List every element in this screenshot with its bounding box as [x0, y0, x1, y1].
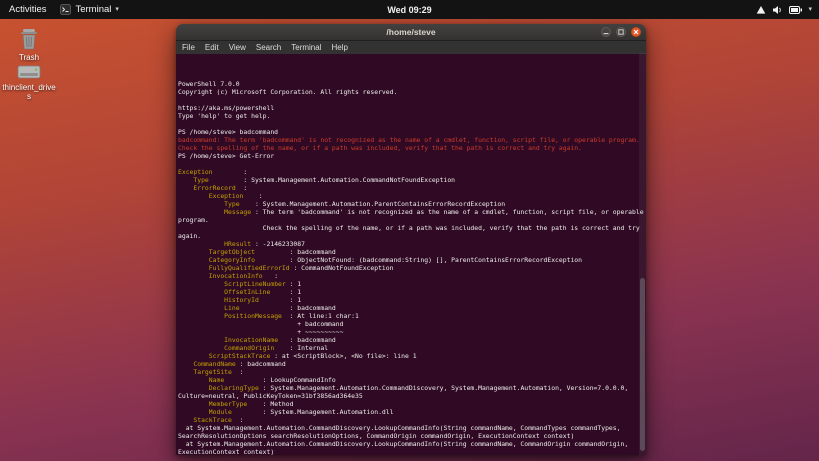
terminal-line: Exception : — [178, 168, 248, 176]
activities-button[interactable]: Activities — [9, 4, 46, 15]
terminal-line: ErrorRecord : — [193, 184, 248, 192]
desktop-icon-label: Trash — [18, 53, 40, 62]
terminal-line: HistoryId : 1 — [224, 296, 302, 304]
minimize-button[interactable] — [601, 27, 611, 37]
terminal-line: CommandOrigin : Internal — [224, 344, 329, 352]
terminal-line: Message : The term 'badcommand' is not r… — [178, 208, 644, 224]
terminal-line: + badcommand — [178, 320, 344, 328]
terminal-line: InvocationInfo : — [208, 272, 279, 280]
terminal-line: TargetObject : badcommand — [208, 248, 336, 256]
terminal-line: https://aka.ms/powershell — [178, 104, 275, 112]
terminal-line: ScriptStackTrace : at <ScriptBlock>, <No… — [208, 352, 417, 360]
clock[interactable]: Wed 09:29 — [387, 5, 431, 15]
terminal-line: OffsetInLine : 1 — [224, 288, 302, 296]
terminal-line: DeclaringType : System.Management.Automa… — [178, 384, 633, 400]
caret-down-icon: ▾ — [115, 6, 119, 13]
terminal-line: Line : badcommand — [224, 304, 336, 312]
top-bar: Activities Terminal ▾ Wed 09:29 ▾ — [0, 0, 819, 19]
menu-item-view[interactable]: View — [229, 43, 246, 52]
terminal-line: Type : System.Management.Automation.Pare… — [224, 200, 506, 208]
terminal-line: PowerShell 7.0.0 — [178, 80, 240, 88]
terminal-line: CategoryInfo : ObjectNotFound: (badcomma… — [208, 256, 582, 264]
terminal-line: Check the spelling of the name, or if a … — [178, 144, 582, 152]
terminal-line: PS /home/steve> Get-Error — [178, 152, 275, 160]
window-title: /home/steve — [386, 27, 436, 37]
app-menu-label: Terminal — [75, 4, 112, 15]
terminal-window: /home/steve File Edit View Search Terminal He… — [176, 24, 646, 455]
desktop-icon-thinclient-drives[interactable]: thinclient_drives — [2, 63, 56, 101]
terminal-line: Exception : — [208, 192, 263, 200]
desktop-icon-label: thinclient_drives — [2, 83, 56, 102]
power-icon — [789, 5, 803, 14]
menu-item-terminal[interactable]: Terminal — [291, 43, 321, 52]
terminal-line: CommandName : badcommand — [193, 360, 286, 368]
close-button[interactable] — [631, 27, 641, 37]
terminal-line: Copyright (c) Microsoft Corporation. All… — [178, 88, 398, 96]
menu-item-file[interactable]: File — [182, 43, 195, 52]
maximize-button[interactable] — [616, 27, 626, 37]
terminal-line: FullyQualifiedErrorId : CommandNotFoundE… — [208, 264, 394, 272]
terminal-output[interactable]: PowerShell 7.0.0 Copyright (c) Microsoft … — [176, 54, 646, 455]
menu-item-help[interactable]: Help — [331, 43, 347, 52]
system-status-area[interactable]: ▾ — [756, 0, 812, 19]
desktop-screen: Activities Terminal ▾ Wed 09:29 ▾ Trash … — [0, 0, 819, 461]
trash-icon — [2, 27, 56, 51]
volume-icon — [772, 5, 783, 15]
desktop-icon-trash[interactable]: Trash — [2, 27, 56, 62]
caret-down-icon: ▾ — [808, 6, 812, 13]
terminal-line: ScriptLineNumber : 1 — [224, 280, 302, 288]
menu-item-search[interactable]: Search — [256, 43, 281, 52]
terminal-line: InvocationName : badcommand — [224, 336, 336, 344]
terminal-line: MemberType : Method — [208, 400, 294, 408]
menu-item-edit[interactable]: Edit — [205, 43, 219, 52]
terminal-line: PS /home/steve> badcommand — [178, 128, 279, 136]
network-icon — [756, 5, 766, 15]
window-controls — [601, 27, 641, 37]
terminal-line: Name : LookupCommandInfo — [208, 376, 336, 384]
terminal-line: Module : System.Management.Automation.dl… — [208, 408, 394, 416]
terminal-line: TargetSite : — [193, 368, 244, 376]
terminal-line: StackTrace : — [193, 416, 244, 424]
menu-bar: File Edit View Search Terminal Help — [176, 41, 646, 54]
terminal-line: at System.Management.Automation.CommandD… — [178, 440, 633, 455]
scrollbar-handle[interactable] — [640, 278, 645, 451]
terminal-line: PositionMessage : At line:1 char:1 — [224, 312, 359, 320]
terminal-line: Type : System.Management.Automation.Comm… — [193, 176, 456, 184]
terminal-line: Check the spelling of the name, or if a … — [178, 224, 644, 240]
window-titlebar[interactable]: /home/steve — [176, 24, 646, 41]
terminal-line: at System.Management.Automation.CommandD… — [178, 424, 625, 440]
terminal-line: + ~~~~~~~~~~ — [178, 328, 344, 336]
terminal-scrollbar[interactable] — [639, 53, 646, 455]
terminal-line: HResult : -2146233087 — [224, 240, 305, 248]
app-menu-terminal[interactable]: Terminal ▾ — [60, 4, 119, 15]
terminal-line: Type 'help' to get help. — [178, 112, 271, 120]
terminal-line: badcommand: The term 'badcommand' is not… — [178, 136, 640, 144]
terminal-app-icon — [60, 4, 72, 15]
drive-icon — [2, 63, 56, 81]
